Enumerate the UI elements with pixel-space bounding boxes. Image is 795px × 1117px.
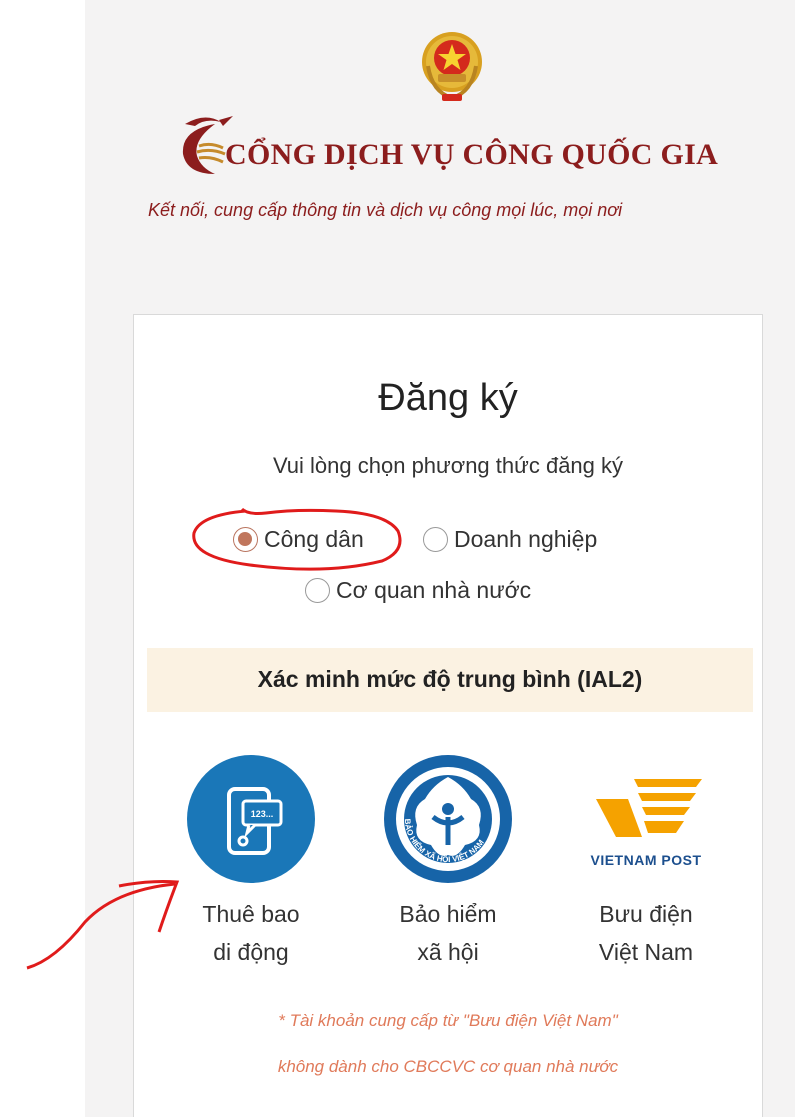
radio-state-agency-circle[interactable] — [305, 578, 330, 603]
method-insurance-label-line1: Bảo hiểm — [399, 901, 497, 927]
post-account-note-line1: * Tài khoản cung cấp từ "Bưu điện Việt N… — [278, 1011, 618, 1030]
method-mobile-label-line2: di động — [213, 939, 289, 965]
radio-citizen-circle[interactable] — [233, 527, 258, 552]
method-post-label-line2: Việt Nam — [598, 939, 694, 965]
radio-business[interactable]: Doanh nghiệp — [423, 526, 597, 553]
radio-citizen[interactable]: Công dân — [233, 526, 364, 553]
portal-header: CỔNG DỊCH VỤ CÔNG QUỐC GIA — [175, 112, 775, 178]
svg-text:VIETNAM POST: VIETNAM POST — [590, 852, 701, 868]
portal-tagline: Kết nối, cung cấp thông tin và dịch vụ c… — [148, 200, 623, 220]
social-insurance-icon[interactable]: BẢO HIỂM XÃ HỘI VIỆT NAM — [383, 755, 513, 883]
registration-title: Đăng ký — [378, 377, 518, 419]
method-mobile-label-line1: Thuê bao — [202, 901, 300, 927]
method-mobile-subscriber[interactable]: 123... Thuê bao di động — [171, 755, 331, 971]
post-account-note-line2: không dành cho CBCCVC cơ quan nhà nước — [277, 1057, 619, 1076]
vietnam-post-icon[interactable]: VIETNAM POST — [576, 755, 716, 883]
method-vietnam-post[interactable]: VIETNAM POST Bưu điện Việt Nam — [566, 755, 726, 971]
portal-title: CỔNG DỊCH VỤ CÔNG QUỐC GIA — [225, 138, 719, 171]
verification-level-banner: Xác minh mức độ trung bình (IAL2) — [147, 648, 753, 712]
radio-citizen-label: Công dân — [264, 526, 364, 552]
svg-text:123...: 123... — [251, 809, 274, 819]
national-emblem-icon — [422, 32, 482, 101]
registration-card: Đăng ký Vui lòng chọn phương thức đăng k… — [133, 314, 763, 1117]
verification-level-text: Xác minh mức độ trung bình (IAL2) — [257, 666, 643, 692]
method-insurance-label-line2: xã hội — [417, 939, 479, 965]
method-post-label-line1: Bưu điện — [599, 901, 693, 927]
registration-subtitle: Vui lòng chọn phương thức đăng ký — [272, 453, 624, 478]
radio-state-agency-label: Cơ quan nhà nước — [336, 577, 532, 603]
left-margin — [0, 0, 85, 1117]
radio-business-circle[interactable] — [423, 527, 448, 552]
method-social-insurance[interactable]: BẢO HIỂM XÃ HỘI VIỆT NAM Bảo hiểm xã hội — [368, 755, 528, 971]
radio-state-agency[interactable]: Cơ quan nhà nước — [305, 577, 531, 604]
radio-business-label: Doanh nghiệp — [454, 526, 598, 552]
mobile-subscriber-icon[interactable]: 123... — [187, 755, 315, 883]
